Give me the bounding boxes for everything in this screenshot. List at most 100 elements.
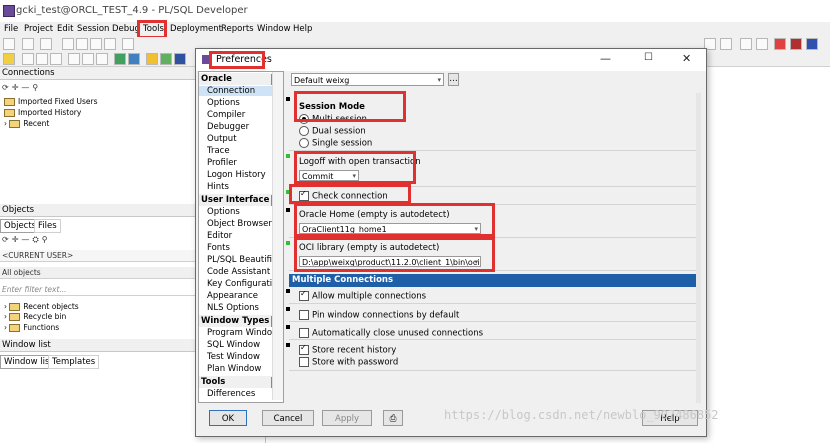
print-preview-icon[interactable] [104, 38, 116, 50]
apply-button[interactable]: Apply [322, 410, 372, 426]
menu-help[interactable]: Help [293, 24, 312, 34]
tab-files[interactable]: Files [34, 219, 61, 233]
nav-group-oracle[interactable]: Oracle▾ [199, 73, 283, 85]
nav-item-logon-history[interactable]: Logon History [207, 170, 266, 180]
auto-close-checkbox[interactable]: Automatically close unused connections [299, 328, 483, 339]
profile-more-button[interactable]: … [448, 73, 459, 86]
nav-group-window-types[interactable]: Window Types▾ [199, 315, 283, 327]
radio-dual-session[interactable]: Dual session [299, 126, 366, 137]
store-password-checkbox[interactable]: Store with password [299, 357, 398, 368]
nav-item-connection[interactable]: Connection [199, 86, 273, 96]
grid-icon[interactable] [160, 53, 172, 65]
print-icon[interactable] [90, 38, 102, 50]
object-item-recycle-bin[interactable]: › Recycle bin [4, 312, 66, 321]
all-objects-select[interactable]: All objects [0, 267, 195, 279]
menu-file[interactable]: File [4, 24, 18, 34]
nav-item-appearance[interactable]: Appearance [207, 291, 258, 301]
nav-item-beautifier[interactable]: PL/SQL Beautifier [207, 255, 281, 265]
save-all-icon[interactable] [76, 38, 88, 50]
nav-item-debugger[interactable]: Debugger [207, 122, 249, 132]
save-icon[interactable] [62, 38, 74, 50]
no-icon[interactable] [22, 53, 34, 65]
nav-item-program-window[interactable]: Program Window [207, 328, 279, 338]
minimize-icon[interactable]: — [600, 52, 611, 65]
recent-icon[interactable] [40, 38, 52, 50]
explain-icon[interactable] [128, 53, 140, 65]
nav-group-tools[interactable]: Tools▾ [199, 376, 283, 388]
copy-icon[interactable] [82, 53, 94, 65]
content-scrollbar[interactable] [696, 93, 701, 403]
nav-item-output[interactable]: Output [207, 134, 237, 144]
nav-item-compiler[interactable]: Compiler [207, 110, 245, 120]
menu-edit[interactable]: Edit [57, 24, 73, 34]
check-connection-highlight [289, 184, 411, 204]
section-marker [286, 208, 290, 212]
cut-icon[interactable] [68, 53, 80, 65]
stop-icon[interactable] [774, 38, 786, 50]
ok-button[interactable]: OK [209, 410, 247, 426]
bookmark-icon[interactable] [174, 53, 186, 65]
tile-icon[interactable] [756, 38, 768, 50]
radio-single-session[interactable]: Single session [299, 138, 372, 149]
objects-toolbar-icons[interactable]: ⟳✛—⛭⚲ [2, 235, 51, 245]
oracle-icon[interactable] [790, 38, 802, 50]
open-icon[interactable] [22, 38, 34, 50]
nav-item-fonts[interactable]: Fonts [207, 243, 230, 253]
checkbox-icon [299, 310, 309, 320]
nav-item-hints[interactable]: Hints [207, 182, 229, 192]
profile-select[interactable]: Default weixg ▾ [291, 73, 444, 86]
object-item-recent[interactable]: › Recent objects [4, 302, 79, 311]
nav-item-editor[interactable]: Editor [207, 231, 232, 241]
pin-connections-checkbox[interactable]: Pin window connections by default [299, 310, 459, 321]
nav-item-options[interactable]: Options [207, 98, 240, 108]
nav-item-trace[interactable]: Trace [207, 146, 230, 156]
nav-item-plan-window[interactable]: Plan Window [207, 364, 261, 374]
nav-item-object-browser[interactable]: Object Browser [207, 219, 272, 229]
undo-icon[interactable] [122, 38, 134, 50]
nav-item-ui-options[interactable]: Options [207, 207, 240, 217]
store-recent-checkbox[interactable]: Store recent history [299, 343, 396, 356]
nav-item-nls-options[interactable]: NLS Options [207, 303, 259, 313]
menu-reports[interactable]: Reports [221, 24, 254, 34]
radio-icon [299, 126, 309, 136]
connections-header: Connections [0, 67, 195, 80]
nav-item-code-assistant[interactable]: Code Assistant [207, 267, 270, 277]
print-button[interactable]: ⎙ [383, 410, 403, 426]
radio-icon [299, 138, 309, 148]
allow-multiple-checkbox[interactable]: Allow multiple connections [299, 289, 426, 302]
nav-item-sql-window[interactable]: SQL Window [207, 340, 260, 350]
info-icon[interactable] [806, 38, 818, 50]
paste-icon[interactable] [96, 53, 108, 65]
object-item-functions[interactable]: › Functions [4, 323, 59, 332]
close-icon[interactable]: ✕ [682, 52, 691, 65]
section-marker [286, 307, 290, 311]
multiple-connections-header: Multiple Connections [289, 274, 697, 287]
nav-group-user-interface[interactable]: User Interface▾ [199, 194, 283, 206]
replace-icon[interactable] [720, 38, 732, 50]
refresh-icon[interactable] [50, 53, 62, 65]
beautify-icon[interactable] [146, 53, 158, 65]
cancel-button[interactable]: Cancel [262, 410, 314, 426]
filter-input[interactable]: Enter filter text... [0, 284, 195, 296]
tab-templates[interactable]: Templates [48, 355, 100, 369]
execute-icon[interactable] [114, 53, 126, 65]
menu-deployment[interactable]: Deployment [170, 24, 222, 34]
menu-debug[interactable]: Debug [112, 24, 140, 34]
connection-item-history[interactable]: Imported History [4, 108, 81, 117]
edit-icon[interactable] [36, 53, 48, 65]
menu-window[interactable]: Window [257, 24, 291, 34]
connection-item-recent[interactable]: › Recent [4, 119, 49, 128]
current-user-select[interactable]: <CURRENT USER> [0, 250, 195, 262]
connections-toolbar-icons[interactable]: ⟳✛—⚲ [2, 83, 41, 92]
key-icon[interactable] [3, 53, 15, 65]
nav-item-differences[interactable]: Differences [207, 389, 255, 399]
nav-scrollbar[interactable] [272, 72, 283, 400]
maximize-icon[interactable]: ☐ [644, 52, 653, 63]
menu-project[interactable]: Project [24, 24, 53, 34]
nav-item-profiler[interactable]: Profiler [207, 158, 237, 168]
connection-item-fixed-users[interactable]: Imported Fixed Users [4, 97, 97, 106]
nav-item-test-window[interactable]: Test Window [207, 352, 260, 362]
window-icon[interactable] [740, 38, 752, 50]
menu-session[interactable]: Session [77, 24, 109, 34]
new-icon[interactable] [3, 38, 15, 50]
